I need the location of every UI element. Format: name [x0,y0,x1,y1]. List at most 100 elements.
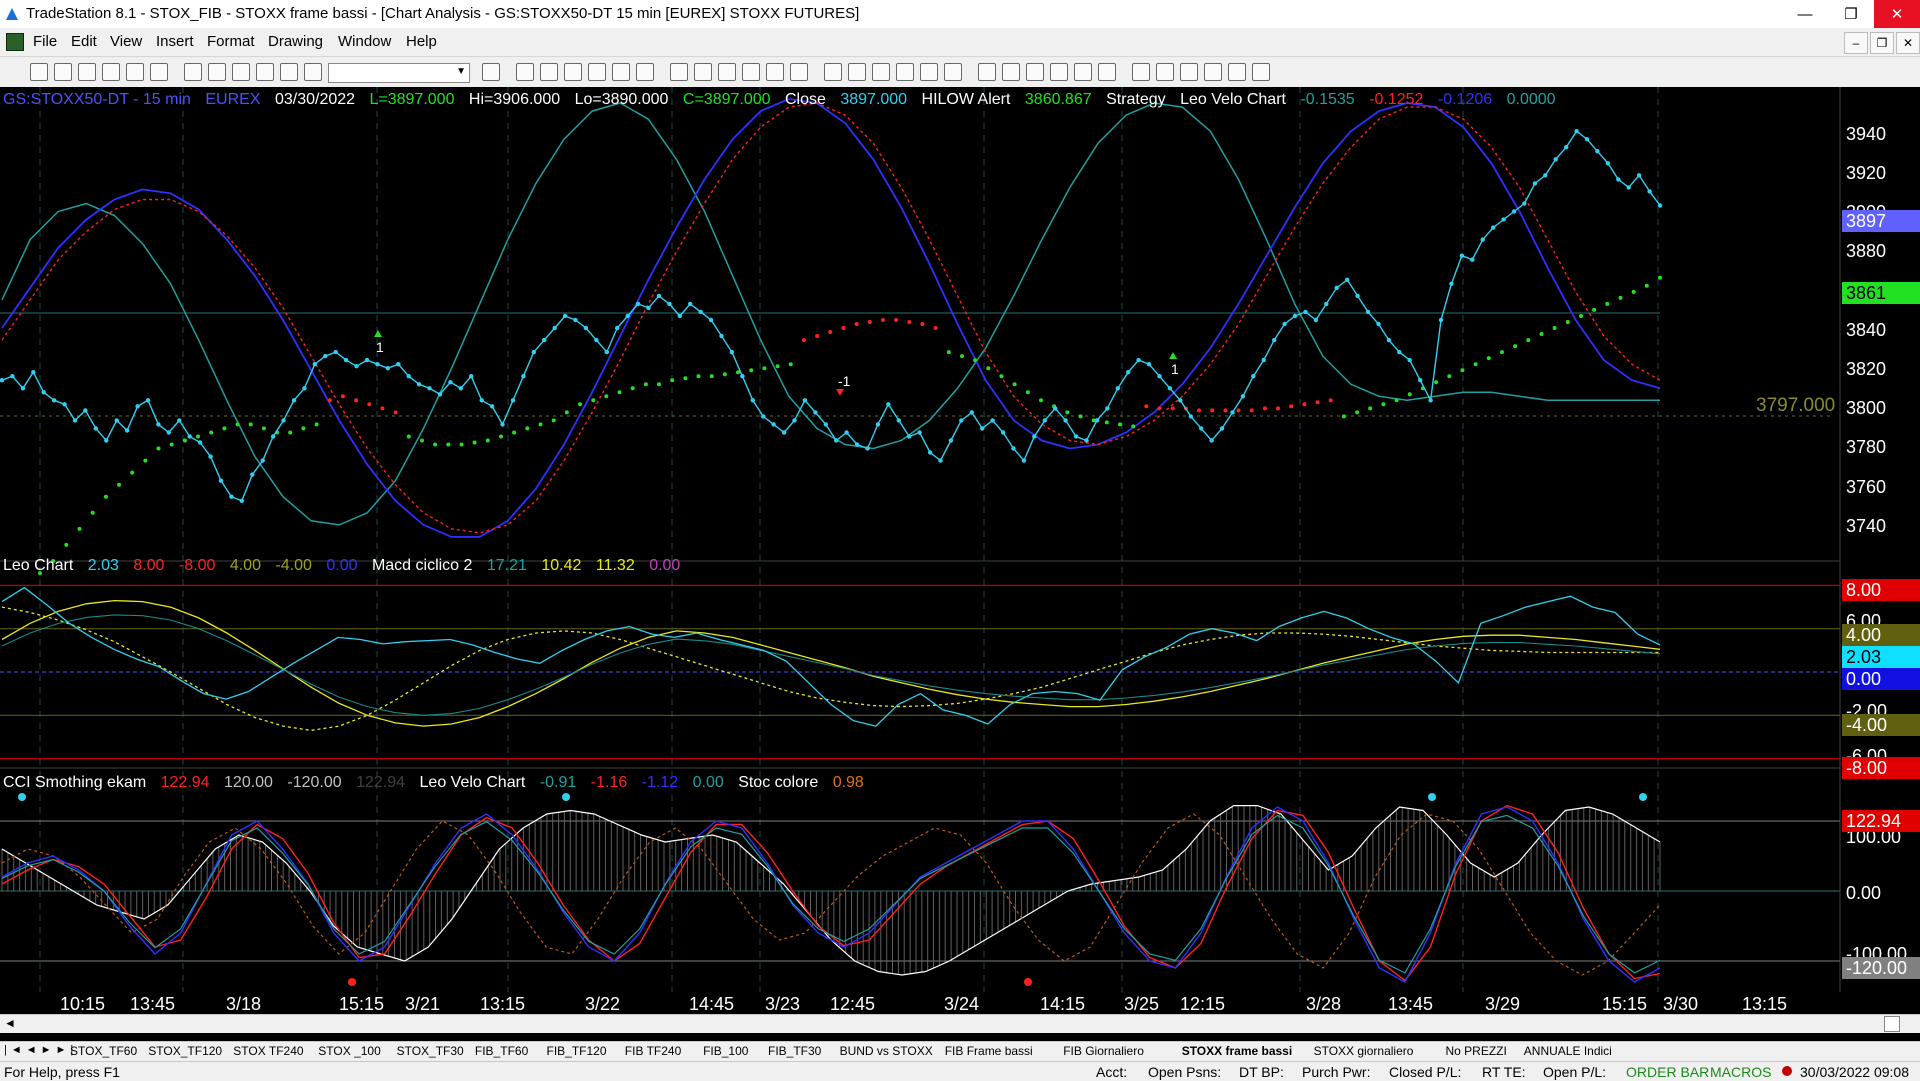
toolbar-button-icon[interactable] [896,63,914,81]
price-point [875,422,881,427]
legend-close-label: Close [784,91,826,108]
hilow-dot [459,442,464,447]
mdi-restore-button[interactable]: ❐ [1870,32,1894,54]
toolbar-button-icon[interactable] [1228,63,1246,81]
sheet-tab[interactable]: STOX_TF30 [397,1044,464,1058]
menu-edit[interactable]: Edit [71,33,97,50]
toolbar-button-icon[interactable] [920,63,938,81]
legend-velo-label: Leo Velo Chart [1180,91,1286,108]
toolbar-button-icon[interactable] [126,63,144,81]
close-button[interactable]: ✕ [1874,0,1920,28]
toolbar-button-icon[interactable] [1132,63,1150,81]
toolbar-button-icon[interactable] [848,63,866,81]
sheet-tab[interactable]: STOXX giornaliero [1314,1044,1414,1058]
sheet-tab[interactable]: FIB Frame bassi [945,1044,1033,1058]
toolbar-button-icon[interactable] [1002,63,1020,81]
scroll-left-icon[interactable]: ◄ [4,1016,16,1030]
menu-format[interactable]: Format [207,33,255,50]
mdi-minimize-button[interactable]: – [1844,32,1868,54]
toolbar-button-icon[interactable] [208,63,226,81]
sheet-tab[interactable]: FIB_TF120 [547,1044,607,1058]
status-open-psns: Open Psns: [1148,1064,1222,1080]
hilow-dot [182,438,187,443]
hilow-dot [261,426,266,431]
sheet-tab[interactable]: BUND vs STOXX [840,1044,933,1058]
toolbar-button-icon[interactable] [872,63,890,81]
toolbar-button-icon[interactable] [588,63,606,81]
toolbar-button-icon[interactable] [944,63,962,81]
sheet-tab[interactable]: FIB_TF60 [475,1044,528,1058]
order-bar-button[interactable]: ORDER BAR [1626,1064,1709,1080]
menu-insert[interactable]: Insert [156,33,194,50]
toolbar-button-icon[interactable] [1098,63,1116,81]
toolbar-button-icon[interactable] [482,63,500,81]
toolbar-button-icon[interactable] [1074,63,1092,81]
sheet-tab[interactable]: ANNUALE Indici [1524,1044,1612,1058]
toolbar-button-icon[interactable] [766,63,784,81]
restore-button[interactable]: ❐ [1828,0,1874,28]
toolbar-button-icon[interactable] [304,63,322,81]
chart-area[interactable]: 1 -1 1 [0,87,1920,1014]
sheet-tab[interactable]: FIB_100 [703,1044,748,1058]
toolbar-button-icon[interactable] [280,63,298,81]
toolbar-button-icon[interactable] [824,63,842,81]
toolbar-button-icon[interactable] [1204,63,1222,81]
sheet-tab[interactable]: STOX TF240 [233,1044,303,1058]
minimize-button[interactable]: — [1782,0,1828,28]
toolbar-button-icon[interactable] [232,63,250,81]
sheet-tab[interactable]: FIB_TF30 [768,1044,821,1058]
toolbar-button-icon[interactable] [564,63,582,81]
status-rt-te: RT TE: [1482,1064,1526,1080]
menu-window[interactable]: Window [338,33,391,50]
sheet-tab[interactable]: STOX_TF120 [148,1044,222,1058]
toolbar-button-icon[interactable] [636,63,654,81]
price-point [1376,321,1381,327]
leo-box-4: 4.00 [1842,624,1920,646]
toolbar-button-icon[interactable] [694,63,712,81]
toolbar-button-icon[interactable] [612,63,630,81]
hilow-dot [1368,406,1373,411]
symbol-combo[interactable]: ▼ [328,63,470,83]
toolbar-button-icon[interactable] [1156,63,1174,81]
macros-button[interactable]: MACROS [1710,1064,1771,1080]
price-point [208,454,213,459]
sheet-tab[interactable]: No PREZZI [1446,1044,1507,1058]
sheet-tab[interactable]: STOX _100 [318,1044,380,1058]
price-point [156,422,161,427]
sheet-tab[interactable]: STOXX frame bassi [1182,1044,1293,1058]
toolbar-button-icon[interactable] [670,63,688,81]
toolbar-button-icon[interactable] [516,63,534,81]
chart-window-icon[interactable] [6,33,24,51]
menu-file[interactable]: File [33,33,57,50]
toolbar-button-icon[interactable] [978,63,996,81]
sheet-tab[interactable]: FIB Giornaliero [1063,1044,1144,1058]
toolbar-button-icon[interactable] [1180,63,1198,81]
hilow-dot [630,386,635,391]
toolbar-button-icon[interactable] [1026,63,1044,81]
horizontal-scrollbar[interactable]: ◄ [0,1014,1920,1033]
toolbar-button-icon[interactable] [150,63,168,81]
toolbar-button-icon[interactable] [30,63,48,81]
toolbar-button-icon[interactable] [540,63,558,81]
mdi-close-button[interactable]: ✕ [1896,32,1920,54]
sheet-tab[interactable]: FIB TF240 [625,1044,681,1058]
toolbar-button-icon[interactable] [790,63,808,81]
chart-canvas[interactable]: 1 -1 1 [0,87,1920,1014]
menu-help[interactable]: Help [406,33,437,50]
tab-nav-arrows[interactable]: |◄◄►►| [4,1044,77,1056]
scroll-thumb[interactable] [1884,1016,1900,1032]
menu-drawing[interactable]: Drawing [268,33,323,50]
legend-velo-v3: -0.1206 [1437,91,1493,108]
toolbar-button-icon[interactable] [78,63,96,81]
toolbar-button-icon[interactable] [102,63,120,81]
toolbar-button-icon[interactable] [742,63,760,81]
toolbar-button-icon[interactable] [54,63,72,81]
toolbar-button-icon[interactable] [1050,63,1068,81]
toolbar-button-icon[interactable] [718,63,736,81]
sheet-tab[interactable]: STOX_TF60 [70,1044,137,1058]
menu-view[interactable]: View [110,33,142,50]
price-point [1407,357,1412,363]
toolbar-button-icon[interactable] [256,63,274,81]
toolbar-button-icon[interactable] [184,63,202,81]
toolbar-button-icon[interactable] [1252,63,1270,81]
